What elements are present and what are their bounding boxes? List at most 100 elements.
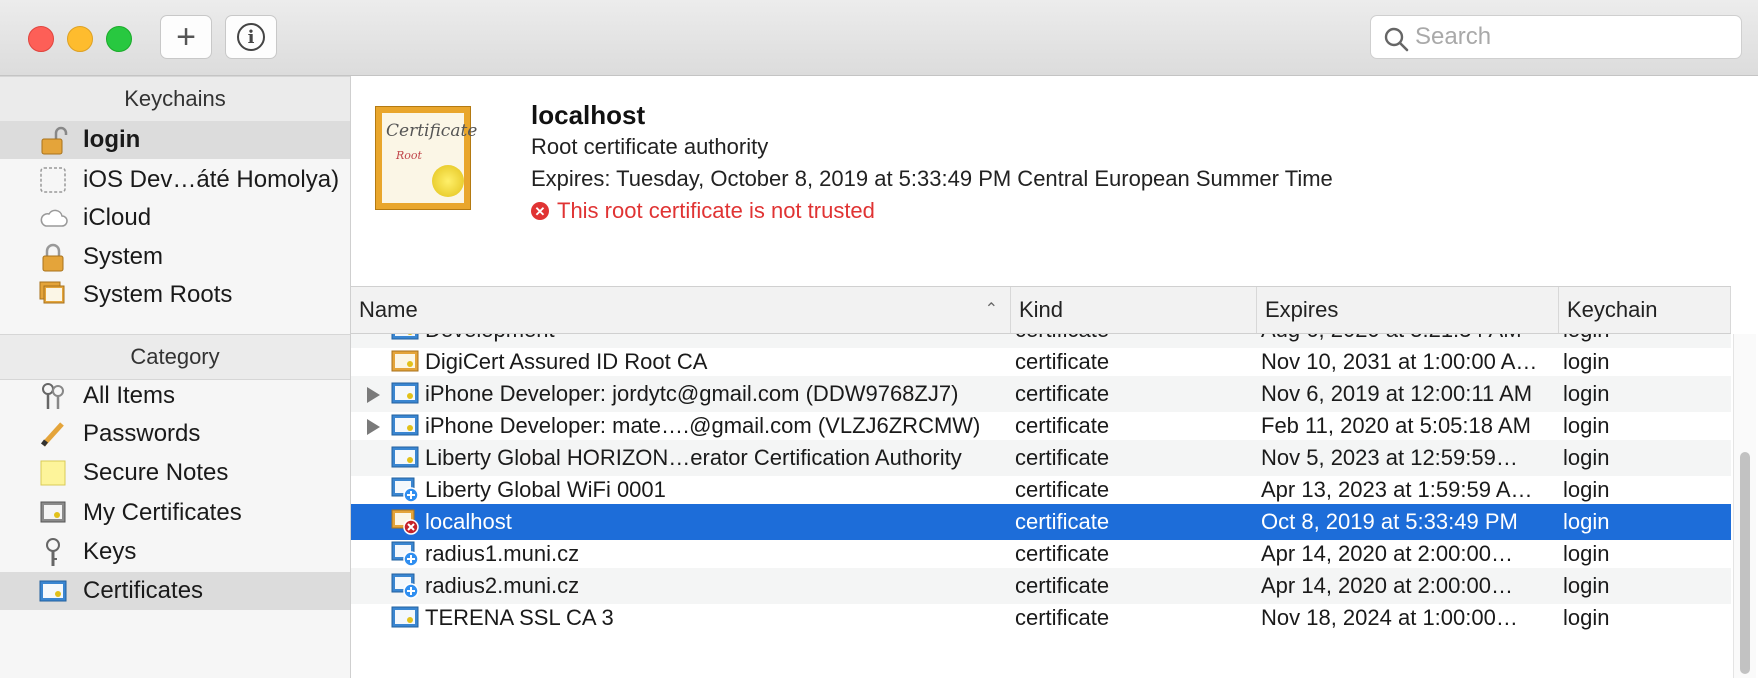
root-certificate-large-icon: Certificate Root <box>375 106 478 210</box>
search-icon <box>1384 27 1409 52</box>
certificate-image-title: Certificate <box>386 121 478 141</box>
vertical-scrollbar[interactable] <box>1733 334 1756 678</box>
disclosure-triangle-icon[interactable] <box>367 387 380 403</box>
keychains-header: Keychains <box>0 76 350 122</box>
error-x-icon: ✕ <box>531 202 549 220</box>
pencil-icon <box>41 422 64 447</box>
sidebar-item-certificates[interactable]: Certificates <box>0 572 350 610</box>
sidebar-item-keys[interactable]: Keys <box>0 533 350 571</box>
cell-keychain: login <box>1563 573 1610 598</box>
cell-expires: Apr 13, 2023 at 1:59:59 A… <box>1261 477 1533 502</box>
sidebar-item-system[interactable]: System <box>0 238 350 276</box>
minimize-window-button[interactable] <box>67 26 93 52</box>
cell-name: DigiCert Assured ID Root CA <box>425 349 708 374</box>
sort-ascending-icon: ⌃ <box>984 301 998 318</box>
certificate-icon <box>391 334 419 343</box>
dashed-keychain-icon <box>40 167 66 193</box>
table-row[interactable]: TERENA SSL CA 3 certificate Nov 18, 2024 a… <box>351 600 1731 636</box>
certificate-icon <box>391 381 419 407</box>
note-icon <box>40 460 66 486</box>
column-header-keychain[interactable]: Keychain <box>1559 287 1731 333</box>
cell-kind: certificate <box>1015 541 1110 566</box>
gold-seal-icon <box>432 165 464 197</box>
zoom-window-button[interactable] <box>106 26 132 52</box>
cell-expires: Nov 6, 2019 at 12:00:11 AM <box>1261 381 1533 406</box>
column-header-kind[interactable]: Kind <box>1011 287 1257 333</box>
table-header: Name ⌃ Kind Expires Keychain <box>351 286 1731 334</box>
scrollbar-thumb[interactable] <box>1740 452 1750 674</box>
sidebar-item-ios-dev[interactable]: iOS Dev…áté Homolya) <box>0 161 350 199</box>
column-header-label: Expires <box>1265 297 1339 322</box>
trust-warning-text: This root certificate is not trusted <box>557 198 875 223</box>
table-row-selected[interactable]: localhost certificate Oct 8, 2019 at 5:33:… <box>351 504 1731 540</box>
cell-name: radius2.muni.cz <box>425 573 580 598</box>
sidebar-item-label: iCloud <box>83 204 152 231</box>
sidebar-item-secure-notes[interactable]: Secure Notes <box>0 454 350 492</box>
cell-name: iPhone Developer: mate….@gmail.com (VLZJ… <box>425 413 981 438</box>
search-field[interactable] <box>1370 15 1742 59</box>
cell-kind: certificate <box>1015 349 1110 374</box>
table-row[interactable]: DigiCert Assured ID Root CA certificate No… <box>351 344 1731 380</box>
cell-keychain: login <box>1563 413 1610 438</box>
info-icon: i <box>237 23 265 51</box>
certificate-icon <box>391 413 419 439</box>
toolbar: + i <box>0 0 1758 76</box>
certificate-title: localhost <box>531 100 646 130</box>
sidebar: Keychains login iOS Dev…áté Homolya) iCl… <box>0 76 351 678</box>
cell-kind: certificate <box>1015 509 1110 534</box>
cell-expires: Nov 18, 2024 at 1:00:00… <box>1261 605 1518 630</box>
cell-keychain: login <box>1563 381 1610 406</box>
certificate-paper: Certificate Root <box>382 113 478 203</box>
column-header-expires[interactable]: Expires <box>1257 287 1559 333</box>
sidebar-item-passwords[interactable]: Passwords <box>0 415 350 453</box>
get-info-button[interactable]: i <box>225 15 277 59</box>
disclosure-triangle-icon[interactable] <box>367 419 380 435</box>
sidebar-item-label: Certificates <box>83 577 204 604</box>
cell-name: iPhone Developer: jordytc@gmail.com (DDW… <box>425 381 959 406</box>
table-row[interactable]: iPhone Developer: jordytc@gmail.com (DDW… <box>351 376 1731 412</box>
certificate-plus-icon <box>391 573 419 599</box>
column-header-label: Keychain <box>1567 297 1658 322</box>
table-row[interactable]: iPhone Developer: mate….@gmail.com (VLZJ… <box>351 408 1731 444</box>
cell-keychain: login <box>1563 541 1610 566</box>
sidebar-item-login[interactable]: login <box>0 121 350 159</box>
column-header-label: Name <box>359 297 418 322</box>
cell-kind: certificate <box>1015 573 1110 598</box>
cell-keychain: login <box>1563 509 1610 534</box>
sidebar-item-my-certificates[interactable]: My Certificates <box>0 494 350 532</box>
cell-kind: certificate <box>1015 605 1110 630</box>
table-row[interactable]: radius1.muni.cz certificate Apr 14, 2020 a… <box>351 536 1731 572</box>
cell-kind: certificate <box>1015 413 1110 438</box>
search-input[interactable] <box>1415 16 1735 58</box>
sidebar-item-all-items[interactable]: All Items <box>0 377 350 415</box>
cell-name: localhost <box>425 509 512 534</box>
column-header-name[interactable]: Name ⌃ <box>351 287 1011 333</box>
certificate-icon <box>391 605 419 631</box>
add-item-button[interactable]: + <box>160 15 212 59</box>
sidebar-item-label: System Roots <box>83 281 233 308</box>
my-certificate-icon <box>40 501 66 523</box>
category-header: Category <box>0 334 350 380</box>
cell-keychain: login <box>1563 605 1610 630</box>
cell-name: TERENA SSL CA 3 <box>425 605 614 630</box>
close-window-button[interactable] <box>28 26 54 52</box>
sidebar-item-system-roots[interactable]: System Roots <box>0 276 350 314</box>
cell-kind: certificate <box>1015 381 1110 406</box>
table-row[interactable]: radius2.muni.cz certificate Apr 14, 2020 a… <box>351 568 1731 604</box>
sidebar-item-icloud[interactable]: iCloud <box>0 199 350 237</box>
info-icon-glyph: i <box>247 26 255 48</box>
table-row[interactable]: Liberty Global WiFi 0001 certificate Apr 1… <box>351 472 1731 508</box>
sidebar-item-label: login <box>83 126 141 153</box>
trust-warning: ✕ This root certificate is not trusted <box>531 198 875 224</box>
cell-keychain: login <box>1563 477 1610 502</box>
cell-keychain: login <box>1563 445 1610 470</box>
sidebar-item-label: Secure Notes <box>83 459 229 486</box>
sidebar-item-label: Keys <box>83 538 137 565</box>
cell-expires: Oct 8, 2019 at 5:33:49 PM <box>1261 509 1518 534</box>
cloud-icon <box>40 209 68 227</box>
root-certificate-icon <box>391 349 419 375</box>
sidebar-item-label: System <box>83 243 164 270</box>
certificate-icon <box>391 445 419 471</box>
table-row[interactable]: Liberty Global HORIZON…erator Certificat… <box>351 440 1731 476</box>
cell-expires: Apr 14, 2020 at 2:00:00… <box>1261 541 1513 566</box>
